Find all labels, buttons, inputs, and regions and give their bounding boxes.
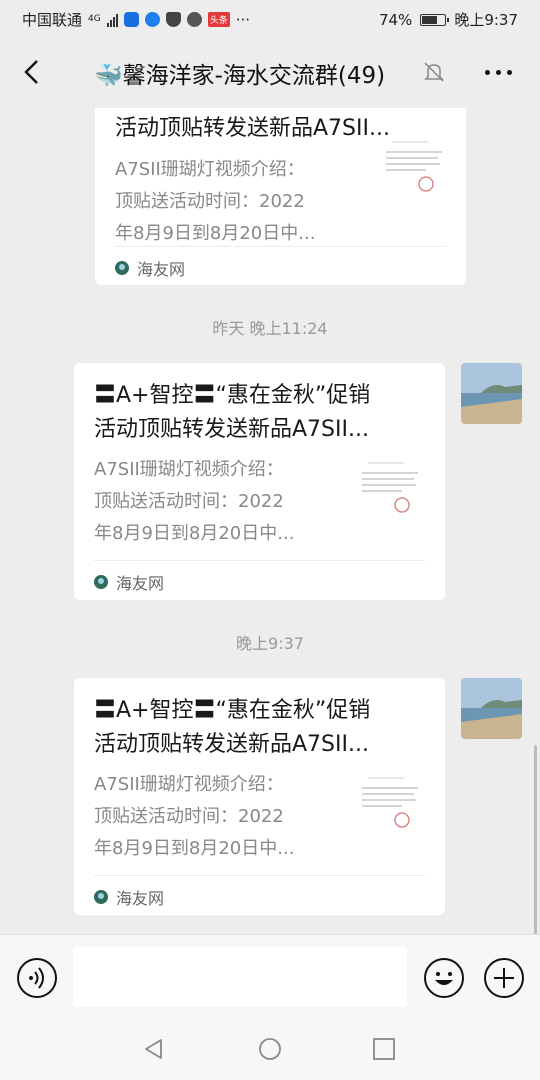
link-card-message[interactable]: 〓A+智控〓“惠在金秋”促销 活动顶贴转发送新品A7SII... A7SII珊瑚…: [74, 678, 445, 915]
more-notifications: ···: [235, 10, 251, 29]
chat-timestamp: 昨天 晚上11:24: [212, 319, 328, 338]
link-card-desc-line: A7SII珊瑚灯视频介绍：: [115, 159, 305, 180]
user-avatar[interactable]: [461, 363, 522, 424]
back-arrow-icon[interactable]: [20, 58, 44, 86]
chat-timestamp: 晚上9:37: [236, 634, 304, 653]
link-card-source: 海友网: [94, 885, 164, 909]
link-card-divider: [94, 560, 425, 561]
link-card-thumbnail: [378, 136, 450, 208]
chat-messages[interactable]: 活动顶贴转发送新品A7SII... A7SII珊瑚灯视频介绍： 顶贴送活动时间：…: [0, 108, 540, 934]
link-card-desc-line: 顶贴送活动时间：2022: [94, 491, 284, 512]
source-logo-icon: [94, 575, 108, 589]
news-notification-icon: 头条: [207, 12, 230, 27]
link-card-source: 海友网: [115, 256, 185, 280]
source-logo-icon: [94, 890, 108, 904]
source-logo-icon: [115, 261, 129, 275]
link-card-title: 活动顶贴转发送新品A7SII...: [94, 732, 369, 757]
chat-header: 🐳馨海洋家-海水交流群(49): [0, 36, 540, 108]
carrier-label: 中国联通: [22, 11, 83, 29]
clock: 晚上9:37: [454, 11, 518, 29]
link-card-title: 〓A+智控〓“惠在金秋”促销: [94, 698, 371, 723]
emoji-icon[interactable]: [424, 958, 464, 998]
link-card-thumbnail: [354, 772, 426, 844]
nav-home-icon[interactable]: [258, 1037, 282, 1061]
nav-back-icon[interactable]: [142, 1037, 166, 1061]
status-bar: 中国联通 4G 头条 ··· 74% 晚上9:37: [0, 0, 540, 36]
link-card-desc-line: 顶贴送活动时间：2022: [115, 191, 305, 212]
link-card-desc-line: A7SII珊瑚灯视频介绍：: [94, 774, 284, 795]
message-input[interactable]: [73, 947, 407, 1007]
user-avatar[interactable]: [461, 678, 522, 739]
link-card-source-name: 海友网: [137, 260, 186, 279]
link-card-title: 〓A+智控〓“惠在金秋”促销: [94, 383, 371, 408]
link-card-thumbnail: [354, 457, 426, 529]
shield-notification-icon: [165, 12, 181, 27]
link-card-title: 活动顶贴转发送新品A7SII...: [94, 417, 369, 442]
chat-scrollbar[interactable]: [534, 745, 537, 935]
link-card-desc-line: 顶贴送活动时间：2022: [94, 806, 284, 827]
plus-more-icon[interactable]: [484, 958, 524, 998]
link-card-message[interactable]: 〓A+智控〓“惠在金秋”促销 活动顶贴转发送新品A7SII... A7SII珊瑚…: [74, 363, 445, 600]
more-options-icon[interactable]: [485, 70, 512, 75]
voice-input-icon[interactable]: [17, 958, 57, 998]
link-card-message[interactable]: 活动顶贴转发送新品A7SII... A7SII珊瑚灯视频介绍： 顶贴送活动时间：…: [95, 108, 466, 285]
message-input-bar: [0, 934, 540, 1021]
browser-notification-icon: [186, 12, 202, 27]
battery-icon: [420, 13, 450, 26]
link-card-desc-line: 年8月9日到8月20日中...: [94, 838, 295, 859]
battery-percent: 74%: [378, 10, 413, 29]
nav-recents-icon[interactable]: [372, 1037, 396, 1061]
system-nav-bar: [0, 1020, 540, 1080]
mute-bell-icon: [424, 62, 444, 82]
link-card-source-name: 海友网: [116, 574, 165, 593]
link-card-source: 海友网: [94, 570, 164, 594]
network-type: 4G: [88, 14, 101, 24]
cloud-notification-icon: [144, 12, 160, 27]
chat-title: 🐳馨海洋家-海水交流群(49): [94, 63, 386, 89]
link-card-divider: [115, 246, 446, 247]
app-notification-icon: [123, 12, 139, 27]
link-card-divider: [94, 875, 425, 876]
link-card-source-name: 海友网: [116, 889, 165, 908]
signal-icon: [106, 13, 118, 27]
link-card-desc-line: A7SII珊瑚灯视频介绍：: [94, 459, 284, 480]
link-card-desc-line: 年8月9日到8月20日中...: [94, 523, 295, 544]
